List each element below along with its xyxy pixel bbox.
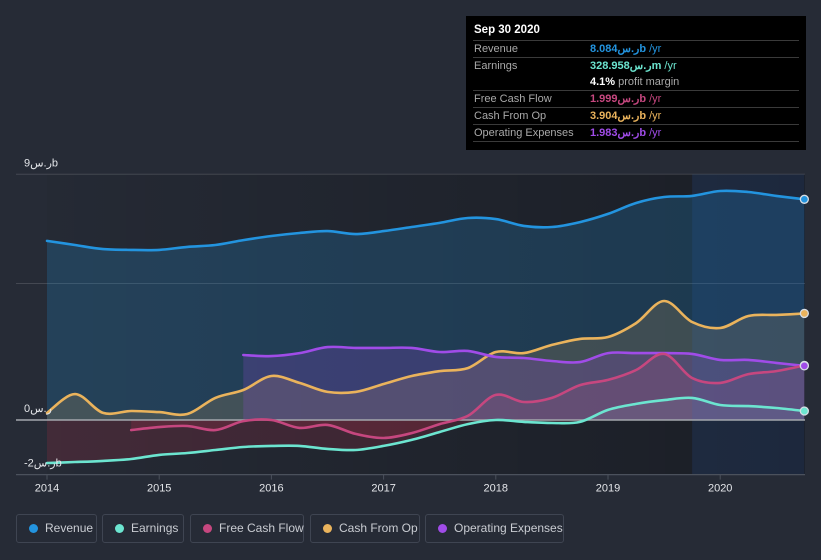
y-tick-label: 0ر.س xyxy=(24,403,52,415)
tooltip-value: 328.958ر.سm /yr xyxy=(590,60,677,72)
x-tick-label: 2017 xyxy=(371,483,395,495)
legend-item-revenue[interactable]: Revenue xyxy=(16,514,97,543)
legend-item-free-cash-flow[interactable]: Free Cash Flow xyxy=(190,514,304,543)
end-marker-cfo[interactable] xyxy=(799,308,809,319)
legend-label: Operating Expenses xyxy=(454,521,563,535)
legend-label: Revenue xyxy=(45,521,94,535)
legend-label: Earnings xyxy=(131,521,179,535)
tooltip-row-cash-from-op: Cash From Op 3.904ر.سb /yr xyxy=(473,107,799,124)
legend-item-cash-from-op[interactable]: Cash From Op xyxy=(310,514,420,543)
tooltip-label: Earnings xyxy=(474,60,518,72)
tooltip-row-operating-expenses: Operating Expenses 1.983ر.سb /yr xyxy=(473,124,799,141)
end-marker-earnings[interactable] xyxy=(799,406,809,416)
x-tick-label: 2015 xyxy=(147,483,171,495)
tooltip-value: 4.1% profit margin xyxy=(590,76,680,88)
legend-dot-icon xyxy=(203,524,212,533)
tooltip-date: Sep 30 2020 xyxy=(474,24,540,36)
legend-dot-icon xyxy=(438,524,447,533)
tooltip-value: 1.999ر.سb /yr xyxy=(590,93,662,105)
y-tick-label: 9ر.سb xyxy=(24,157,58,169)
tooltip-value: 3.904ر.سb /yr xyxy=(590,110,662,122)
tooltip-value: 8.084ر.سb /yr xyxy=(590,43,662,55)
tooltip-label: Cash From Op xyxy=(474,110,547,122)
highlight-band-group xyxy=(692,174,805,475)
data-tooltip: Sep 30 2020 Revenue 8.084ر.سb /yr Earnin… xyxy=(466,16,806,150)
legend-label: Cash From Op xyxy=(339,521,418,535)
tooltip-row-earnings: Earnings 328.958ر.سm /yr xyxy=(473,57,799,74)
tooltip-row-free-cash-flow: Free Cash Flow 1.999ر.سb /yr xyxy=(473,90,799,107)
tooltip-row-revenue: Revenue 8.084ر.سb /yr xyxy=(473,40,799,57)
y-tick-label: -2ر.سb xyxy=(24,458,62,470)
tooltip-label: Revenue xyxy=(474,43,519,55)
legend-item-earnings[interactable]: Earnings xyxy=(102,514,184,543)
x-tick-label: 2014 xyxy=(35,483,59,495)
x-tick-label: 2016 xyxy=(259,483,283,495)
tooltip-divider xyxy=(473,141,799,142)
legend-label: Free Cash Flow xyxy=(219,521,304,535)
tooltip-row-profit-margin: 4.1% profit margin xyxy=(473,73,799,90)
x-tick-label: 2019 xyxy=(596,483,620,495)
tooltip-label: Operating Expenses xyxy=(474,127,574,139)
legend-dot-icon xyxy=(115,524,124,533)
tooltip-value: 1.983ر.سb /yr xyxy=(590,127,662,139)
legend-dot-icon xyxy=(29,524,38,533)
end-marker-opex[interactable] xyxy=(799,361,809,371)
tooltip-label: Free Cash Flow xyxy=(474,93,552,105)
highlight-band xyxy=(692,174,805,475)
end-marker-revenue[interactable] xyxy=(799,194,809,204)
x-tick-label: 2020 xyxy=(708,483,732,495)
legend-item-operating-expenses[interactable]: Operating Expenses xyxy=(425,514,564,543)
legend-dot-icon xyxy=(323,524,332,533)
x-tick-label: 2018 xyxy=(484,483,508,495)
